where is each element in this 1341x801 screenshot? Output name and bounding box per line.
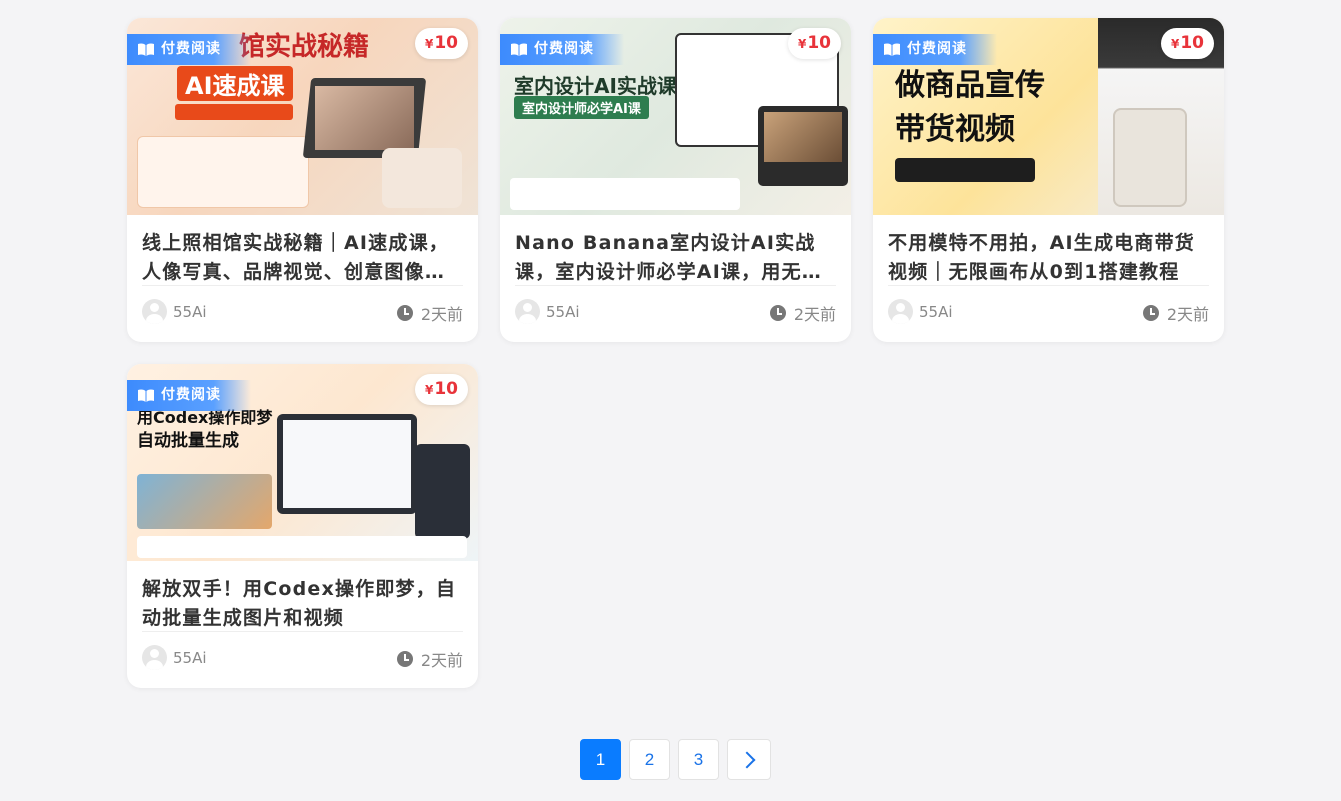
post-time-text: 2天前 bbox=[1166, 305, 1209, 324]
page-button-2[interactable]: 2 bbox=[629, 739, 670, 780]
book-icon bbox=[138, 43, 154, 56]
divider bbox=[515, 285, 836, 286]
thumbnail-caption: 做商品宣传 bbox=[895, 68, 1045, 103]
author[interactable]: 55Ai bbox=[888, 299, 953, 324]
paid-badge: 付费阅读 bbox=[127, 34, 251, 65]
article-thumbnail[interactable]: 室内设计AI实战课 室内设计师必学AI课 付费阅读 ¥10 bbox=[500, 18, 851, 215]
thumbnail-subcaption: 室内设计师必学AI课 bbox=[514, 96, 649, 119]
price-value: 10 bbox=[807, 33, 831, 53]
article-meta: 55Ai 2天前 bbox=[888, 299, 1209, 325]
divider bbox=[142, 631, 463, 632]
article-card[interactable]: 室内设计AI实战课 室内设计师必学AI课 付费阅读 ¥10 Nano Banan… bbox=[500, 18, 851, 342]
clock-icon bbox=[1142, 305, 1159, 321]
author[interactable]: 55Ai bbox=[142, 645, 207, 670]
price-value: 10 bbox=[434, 379, 458, 399]
article-card[interactable]: 用Codex操作即梦 自动批量生成 付费阅读 ¥10 解放双手！用Codex操作… bbox=[127, 364, 478, 688]
book-icon bbox=[511, 43, 527, 56]
thumbnail-caption: 室内设计AI实战课 bbox=[514, 74, 677, 98]
divider bbox=[888, 285, 1209, 286]
article-title[interactable]: 不用模特不用拍，AI生成电商带货视频｜无限画布从0到1搭建教程 bbox=[888, 229, 1209, 287]
price-value: 10 bbox=[434, 33, 458, 53]
price-tag: ¥10 bbox=[1160, 28, 1214, 59]
post-time: 2天前 bbox=[396, 301, 463, 325]
price-currency: ¥ bbox=[797, 37, 807, 51]
post-time: 2天前 bbox=[769, 301, 836, 325]
avatar bbox=[515, 299, 540, 324]
author[interactable]: 55Ai bbox=[142, 299, 207, 324]
post-time-text: 2天前 bbox=[420, 651, 463, 670]
author-name: 55Ai bbox=[546, 302, 580, 321]
paid-badge-label: 付费阅读 bbox=[534, 41, 594, 57]
article-thumbnail[interactable]: 馆实战秘籍 AI速成课 付费阅读 ¥10 bbox=[127, 18, 478, 215]
article-card[interactable]: 做商品宣传 带货视频 付费阅读 ¥10 不用模特不用拍，AI生成电商带货视频｜无… bbox=[873, 18, 1224, 342]
avatar bbox=[142, 299, 167, 324]
book-icon bbox=[138, 389, 154, 402]
thumbnail-subcaption: 带货视频 bbox=[895, 112, 1015, 147]
article-title[interactable]: 线上照相馆实战秘籍｜AI速成课，人像写真、品牌视觉、创意图像一站式变现教学 bbox=[142, 229, 463, 287]
clock-icon bbox=[396, 305, 413, 321]
article-meta: 55Ai 2天前 bbox=[142, 645, 463, 671]
paid-badge: 付费阅读 bbox=[500, 34, 624, 65]
article-card[interactable]: 馆实战秘籍 AI速成课 付费阅读 ¥10 线上照相馆实战秘籍｜AI速成课，人像写… bbox=[127, 18, 478, 342]
paid-badge-label: 付费阅读 bbox=[161, 41, 221, 57]
post-time: 2天前 bbox=[396, 647, 463, 671]
next-page-button[interactable] bbox=[727, 739, 771, 780]
price-tag: ¥10 bbox=[414, 28, 468, 59]
author-name: 55Ai bbox=[173, 648, 207, 667]
price-currency: ¥ bbox=[1170, 37, 1180, 51]
post-time-text: 2天前 bbox=[420, 305, 463, 324]
price-tag: ¥10 bbox=[414, 374, 468, 405]
author-name: 55Ai bbox=[919, 302, 953, 321]
article-thumbnail[interactable]: 做商品宣传 带货视频 付费阅读 ¥10 bbox=[873, 18, 1224, 215]
page-button-3[interactable]: 3 bbox=[678, 739, 719, 780]
pagination: 1 2 3 bbox=[580, 739, 771, 780]
avatar bbox=[888, 299, 913, 324]
article-title[interactable]: 解放双手！用Codex操作即梦，自动批量生成图片和视频 bbox=[142, 575, 463, 633]
price-tag: ¥10 bbox=[787, 28, 841, 59]
avatar bbox=[142, 645, 167, 670]
article-thumbnail[interactable]: 用Codex操作即梦 自动批量生成 付费阅读 ¥10 bbox=[127, 364, 478, 561]
clock-icon bbox=[769, 305, 786, 321]
paid-badge: 付费阅读 bbox=[127, 380, 251, 411]
article-meta: 55Ai 2天前 bbox=[515, 299, 836, 325]
paid-badge-label: 付费阅读 bbox=[161, 387, 221, 403]
book-icon bbox=[884, 43, 900, 56]
price-value: 10 bbox=[1180, 33, 1204, 53]
price-currency: ¥ bbox=[424, 383, 434, 397]
clock-icon bbox=[396, 651, 413, 667]
paid-badge: 付费阅读 bbox=[873, 34, 997, 65]
paid-badge-label: 付费阅读 bbox=[907, 41, 967, 57]
article-title[interactable]: Nano Banana室内设计AI实战课，室内设计师必学AI课，用无限画布快速出… bbox=[515, 229, 836, 287]
thumbnail-subcaption: AI速成课 bbox=[177, 66, 293, 101]
author-name: 55Ai bbox=[173, 302, 207, 321]
thumbnail-subcaption: 自动批量生成 bbox=[137, 431, 239, 451]
chevron-right-icon bbox=[738, 751, 756, 768]
post-time-text: 2天前 bbox=[793, 305, 836, 324]
page-button-1[interactable]: 1 bbox=[580, 739, 621, 780]
author[interactable]: 55Ai bbox=[515, 299, 580, 324]
article-meta: 55Ai 2天前 bbox=[142, 299, 463, 325]
price-currency: ¥ bbox=[424, 37, 434, 51]
post-time: 2天前 bbox=[1142, 301, 1209, 325]
divider bbox=[142, 285, 463, 286]
thumbnail-caption: 馆实战秘籍 bbox=[239, 32, 370, 62]
